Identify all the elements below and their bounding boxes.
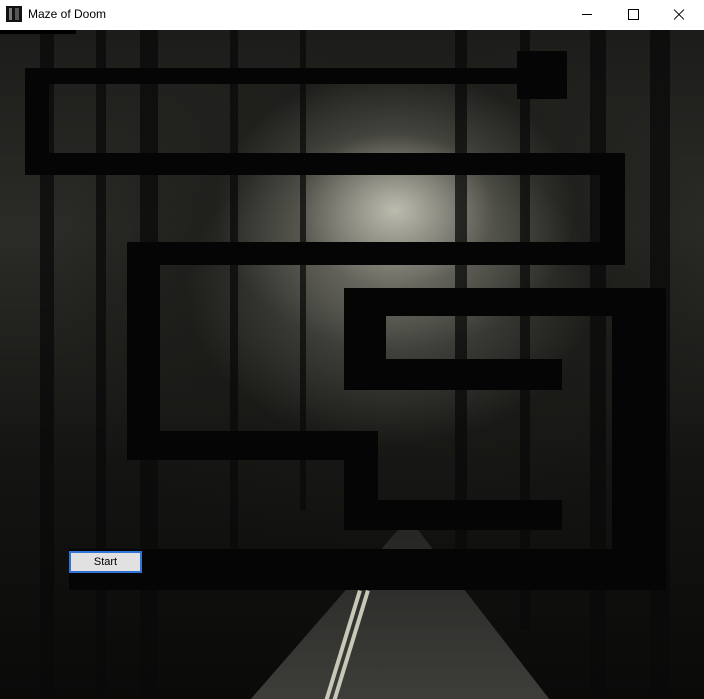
tree-trunk <box>96 30 106 699</box>
progress-strip <box>0 30 76 34</box>
tree-trunk <box>230 30 238 550</box>
maze-wall <box>127 431 378 460</box>
maze-goal-block <box>517 51 567 99</box>
maze-wall <box>612 288 666 590</box>
tree-trunk <box>590 30 606 699</box>
maze-wall <box>127 242 625 265</box>
maximize-button[interactable] <box>610 0 656 30</box>
maze-wall <box>69 549 666 590</box>
start-button[interactable]: Start <box>69 551 142 573</box>
maze-wall <box>127 242 160 460</box>
tree-trunk <box>520 30 530 630</box>
close-button[interactable] <box>656 0 702 30</box>
app-icon <box>6 6 22 22</box>
window-title: Maze of Doom <box>28 7 107 21</box>
maze-wall <box>25 68 517 84</box>
title-bar: Maze of Doom <box>0 0 704 30</box>
game-window: Maze of Doom Start <box>0 0 704 699</box>
maze-wall <box>344 359 562 390</box>
maze-wall <box>344 500 562 530</box>
maze-wall <box>25 153 625 175</box>
minimize-button[interactable] <box>564 0 610 30</box>
